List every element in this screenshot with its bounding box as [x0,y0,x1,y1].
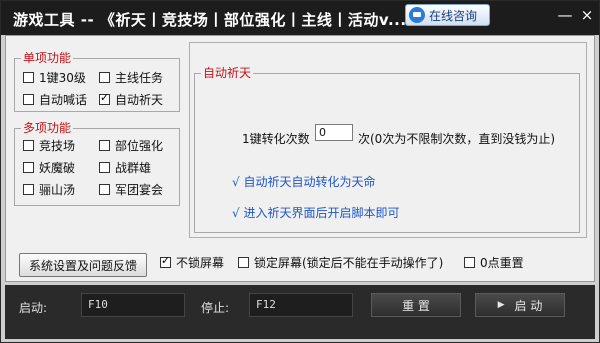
checkbox-label: 自动喊话 [39,93,88,107]
checkbox-lishan-spring[interactable]: 骊山汤 [23,181,75,198]
checkbox-label: 主线任务 [115,71,164,85]
app-window: 游戏工具 -- 《祈天丨竞技场丨部位强化丨主线丨活动v... 在线咨询 — × … [0,0,600,343]
checkbox-label: 竞技场 [39,139,76,153]
title-bar: 游戏工具 -- 《祈天丨竞技场丨部位强化丨主线丨活动v... 在线咨询 — × [1,1,599,35]
window-title: 游戏工具 -- 《祈天丨竞技场丨部位强化丨主线丨活动v... [13,11,407,29]
close-icon[interactable]: × [579,7,595,23]
checkbox-box[interactable] [99,140,110,151]
checkbox-label: 1键30级 [39,71,86,85]
single-function-group: 单项功能 1键30级 主线任务 自动喊话 自动祈天 [14,51,180,112]
checkbox-label: 自动祈天 [115,93,164,107]
hotkey-bar: 启动: F10 停止: F12 重 置 ▶ 启 动 [5,285,595,339]
online-consult-button[interactable]: 在线咨询 [405,4,490,26]
play-icon: ▶ [497,300,505,310]
checkbox-box[interactable] [23,72,34,83]
stop-hotkey-label: 停止: [201,301,230,315]
checkbox-box[interactable] [23,94,34,105]
note-auto-convert: √ 自动祈天自动转化为天命 [232,175,376,189]
checkbox-label: 军团宴会 [115,183,164,197]
system-settings-feedback-button[interactable]: 系统设置及问题反馈 [19,253,147,277]
checkbox-label: 0点重置 [480,256,524,270]
multi-function-group-label: 多项功能 [21,121,74,135]
convert-count-input[interactable]: 0 [315,124,353,141]
checkbox-level30[interactable]: 1键30级 [23,69,86,86]
single-function-group-label: 单项功能 [21,51,74,65]
checkbox-legion-banquet[interactable]: 军团宴会 [99,181,163,198]
chat-icon [409,7,425,23]
online-consult-label: 在线咨询 [429,8,478,23]
checkbox-label: 战群雄 [115,161,152,175]
checkbox-main-quest[interactable]: 主线任务 [99,69,163,86]
checkbox-box[interactable] [23,140,34,151]
checkbox-box[interactable] [160,254,171,268]
checkbox-box[interactable] [23,184,34,195]
auto-pray-group-label: 自动祈天 [201,66,254,80]
checkbox-auto-pray[interactable]: 自动祈天 [99,91,163,108]
checkbox-arena[interactable]: 竞技场 [23,137,75,154]
checkbox-box[interactable] [238,257,249,268]
main-panel: 单项功能 1键30级 主线任务 自动喊话 自动祈天 多项功能 [5,35,595,282]
checkbox-label: 骊山汤 [39,183,76,197]
checkbox-label: 锁定屏幕(锁定后不能在手动操作了) [254,256,444,270]
checkbox-box[interactable] [23,162,34,173]
convert-count-hint: 次(0次为不限制次数，直到没钱为止) [358,132,555,146]
checkbox-label: 部位强化 [115,139,164,153]
note-open-screen: √ 进入祈天界面后开启脚本即可 [232,206,400,220]
checkbox-lock-screen[interactable]: 锁定屏幕(锁定后不能在手动操作了) [238,254,443,271]
start-button-label: 启 动 [514,298,543,313]
checkbox-auto-shout[interactable]: 自动喊话 [23,91,87,108]
reset-button[interactable]: 重 置 [371,293,461,317]
checkbox-box[interactable] [464,257,475,268]
checkbox-box[interactable] [99,72,110,83]
stop-hotkey-input[interactable]: F12 [249,293,353,317]
checkbox-label: 妖魔破 [39,161,76,175]
checkbox-box[interactable] [99,91,110,105]
start-button[interactable]: ▶ 启 动 [475,293,565,317]
multi-function-group: 多项功能 竞技场 部位强化 妖魔破 战群雄 骊山汤 军团宴会 [14,121,180,206]
start-hotkey-label: 启动: [19,301,48,315]
checkbox-no-lock[interactable]: 不锁屏幕 [160,254,224,271]
start-hotkey-input[interactable]: F10 [81,293,185,317]
checkbox-midnight-reset[interactable]: 0点重置 [464,254,524,271]
minimize-icon[interactable]: — [557,7,573,23]
checkbox-demon-break[interactable]: 妖魔破 [23,159,75,176]
auto-pray-panel: 自动祈天 1键转化次数 0 次(0次为不限制次数，直到没钱为止) √ 自动祈天自… [189,42,587,238]
checkbox-part-enhance[interactable]: 部位强化 [99,137,163,154]
convert-count-label: 1键转化次数 [242,132,310,146]
checkbox-box[interactable] [99,162,110,173]
checkbox-box[interactable] [99,184,110,195]
checkbox-battle-heroes[interactable]: 战群雄 [99,159,151,176]
checkbox-label: 不锁屏幕 [176,256,225,270]
